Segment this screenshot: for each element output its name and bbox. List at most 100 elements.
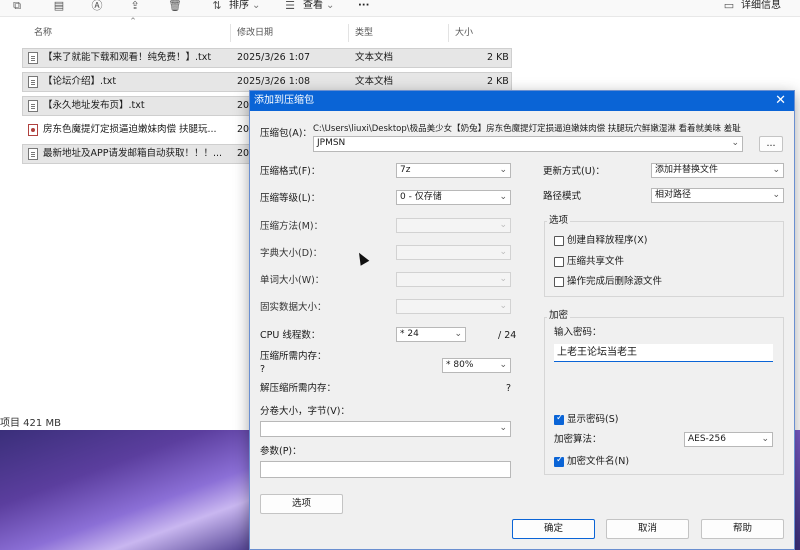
file-row[interactable]: 【来了就能下载和观看！纯免费！】.txt 2025/3/26 1:07 文本文档… <box>22 48 512 68</box>
file-name: 【论坛介绍】.txt <box>43 76 117 87</box>
chevron-down-icon: ⌄ <box>252 0 261 11</box>
archive-name-combobox[interactable]: JPMSN ⌄ <box>313 136 743 152</box>
dialog-titlebar[interactable]: 添加到压缩包 ✕ <box>250 91 794 111</box>
level-label: 压缩等级(L)： <box>260 193 321 204</box>
sort-icon[interactable]: ⇅ <box>210 0 224 12</box>
view-icon[interactable]: ☰ <box>283 0 297 12</box>
file-date: 20 <box>237 100 250 111</box>
format-select[interactable]: 7z ⌄ <box>396 163 511 178</box>
file-date: 2025/3/26 1:07 <box>237 52 311 63</box>
level-select[interactable]: 0 - 仅存储 ⌄ <box>396 190 511 205</box>
memory-usage-label: 压缩所需内存： <box>260 351 327 362</box>
method-label: 压缩方法(M)： <box>260 221 324 232</box>
close-icon[interactable]: ✕ <box>775 91 786 111</box>
chevron-down-icon: ⌄ <box>499 301 507 311</box>
chevron-down-icon: ⌄ <box>499 247 507 257</box>
rename-icon[interactable]: Ⓐ <box>90 0 104 12</box>
dialog-title: 添加到压缩包 <box>254 95 314 106</box>
memory-percent-select[interactable]: * 80% ⌄ <box>442 358 511 373</box>
copy-icon[interactable]: ⧉ <box>10 0 24 12</box>
sfx-label[interactable]: 创建自释放程序(X) <box>567 235 647 247</box>
view-button[interactable]: 查看 <box>303 0 323 12</box>
help-button[interactable]: 帮助 <box>701 519 784 539</box>
file-type: 文本文档 <box>355 52 394 63</box>
desktop-wallpaper <box>0 430 260 550</box>
path-mode-select[interactable]: 相对路径 ⌄ <box>651 188 784 203</box>
parameters-label: 参数(P)： <box>260 446 302 457</box>
parameters-input[interactable] <box>260 461 511 478</box>
volume-size-label: 分卷大小，字节(V)： <box>260 406 350 417</box>
column-header-type[interactable]: 类型 <box>355 24 373 42</box>
file-row[interactable]: 【论坛介绍】.txt 2025/3/26 1:08 文本文档 2 KB <box>22 72 512 92</box>
level-value: 0 - 仅存储 <box>400 192 442 202</box>
encrypt-filenames-checkbox[interactable] <box>554 455 564 467</box>
text-file-icon <box>28 100 38 112</box>
show-password-checkbox[interactable] <box>554 413 564 425</box>
delete-icon[interactable]: 🗑 <box>168 0 182 12</box>
cpu-threads-value: * 24 <box>400 329 419 339</box>
chevron-down-icon: ⌄ <box>761 434 769 444</box>
share-icon[interactable]: ⇪ <box>128 0 142 12</box>
text-file-icon <box>28 76 38 88</box>
chevron-down-icon: ⌄ <box>499 165 507 175</box>
chevron-down-icon: ⌄ <box>499 192 507 202</box>
delete-after-checkbox[interactable] <box>554 277 564 287</box>
archive-name-value: JPMSN <box>317 138 346 148</box>
options-group-title: 选项 <box>547 215 571 227</box>
shared-files-label[interactable]: 压缩共享文件 <box>567 256 624 268</box>
solid-size-select[interactable]: ⌄ <box>396 299 511 314</box>
column-divider[interactable] <box>348 24 349 42</box>
column-divider[interactable] <box>230 24 231 42</box>
method-select[interactable]: ⌄ <box>396 218 511 233</box>
show-password-label[interactable]: 显示密码(S) <box>567 414 618 426</box>
file-date: 20 <box>237 124 250 135</box>
shared-files-checkbox[interactable] <box>554 257 564 267</box>
update-mode-value: 添加并替换文件 <box>655 165 719 175</box>
path-mode-value: 相对路径 <box>655 190 692 200</box>
chevron-down-icon: ⌄ <box>772 165 780 175</box>
update-mode-select[interactable]: 添加并替换文件 ⌄ <box>651 163 784 178</box>
volume-size-combobox[interactable]: ⌄ <box>260 421 511 437</box>
encryption-method-select[interactable]: AES-256 ⌄ <box>684 432 773 447</box>
encrypt-filenames-label[interactable]: 加密文件名(N) <box>567 456 629 468</box>
paste-icon[interactable]: ▤ <box>52 0 66 12</box>
memory-usage-value: ? <box>260 364 266 375</box>
chevron-down-icon: ⌄ <box>499 274 507 284</box>
column-divider[interactable] <box>448 24 449 42</box>
cpu-threads-total: / 24 <box>498 330 517 341</box>
image-file-icon <box>28 124 38 136</box>
details-icon[interactable]: ▭ <box>722 0 736 12</box>
dict-size-select[interactable]: ⌄ <box>396 245 511 260</box>
password-input[interactable]: 上老王论坛当老王 <box>554 344 773 362</box>
word-size-label: 单词大小(W)： <box>260 275 325 286</box>
column-header-size[interactable]: 大小 <box>455 24 473 42</box>
cancel-button[interactable]: 取消 <box>606 519 689 539</box>
delete-after-label[interactable]: 操作完成后删除源文件 <box>567 276 662 288</box>
file-name: 【永久地址发布页】.txt <box>43 100 145 111</box>
column-header-date[interactable]: 修改日期 <box>237 24 273 42</box>
memory-percent-value: * 80% <box>446 360 474 370</box>
path-mode-label: 路径模式 <box>543 191 582 202</box>
browse-button[interactable]: ... <box>759 136 783 152</box>
archive-path: C:\Users\liuxi\Desktop\极品美少女【奶兔】房东色魔提灯定损… <box>313 124 741 134</box>
details-button[interactable]: 详细信息 <box>741 0 781 12</box>
chevron-down-icon: ⌄ <box>499 360 507 370</box>
word-size-select[interactable]: ⌄ <box>396 272 511 287</box>
file-size: 2 KB <box>487 76 509 87</box>
options-button[interactable]: 选项 <box>260 494 343 514</box>
sfx-checkbox[interactable] <box>554 236 564 246</box>
ok-button[interactable]: 确定 <box>512 519 595 539</box>
column-header-name[interactable]: 名称 <box>34 24 52 42</box>
file-size: 2 KB <box>487 52 509 63</box>
add-to-archive-dialog: 添加到压缩包 ✕ 压缩包(A)： C:\Users\liuxi\Desktop\… <box>249 90 795 550</box>
explorer-toolbar: ⧉ ▤ Ⓐ ⇪ 🗑 ⇅ 排序 ⌄ ☰ 查看 ⌄ ··· ▭ 详细信息 <box>0 0 800 17</box>
more-button[interactable]: ··· <box>358 0 369 12</box>
chevron-down-icon: ⌄ <box>499 423 507 433</box>
dict-size-label: 字典大小(D)： <box>260 248 323 259</box>
sort-button[interactable]: 排序 <box>229 0 249 12</box>
chevron-down-icon: ⌄ <box>731 138 739 148</box>
cpu-threads-select[interactable]: * 24 ⌄ <box>396 327 466 342</box>
format-value: 7z <box>400 165 411 175</box>
chevron-down-icon: ⌄ <box>326 0 335 11</box>
encryption-method-value: AES-256 <box>688 434 726 444</box>
